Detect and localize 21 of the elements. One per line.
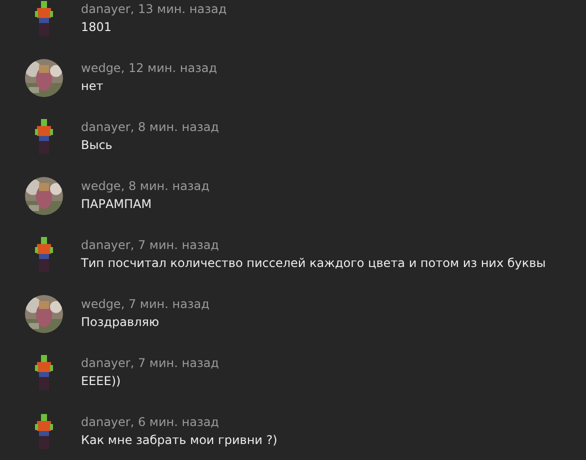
- message-text: Как мне забрать мои гривни ?): [81, 432, 278, 449]
- figure-icon: [35, 237, 53, 273]
- author-and-time: danayer, 7 мин. назад: [81, 237, 220, 254]
- author-and-time: danayer, 8 мин. назад: [81, 119, 219, 136]
- author-and-time: wedge, 7 мин. назад: [81, 296, 210, 313]
- message-text: 1801: [81, 19, 113, 36]
- figure-icon: [35, 355, 53, 391]
- message-text: Высь: [81, 137, 114, 154]
- author-and-time: danayer, 7 мин. назад: [81, 355, 219, 372]
- message-text: ПАРАМПАМ: [81, 196, 153, 213]
- message-text: нет: [81, 78, 104, 95]
- message-text: Поздравляю: [81, 314, 160, 331]
- figure-icon: [35, 1, 53, 37]
- author-and-time: wedge, 12 мин. назад: [81, 60, 218, 77]
- author-and-time: wedge, 8 мин. назад: [81, 178, 210, 195]
- message-text: Тип посчитал количество писселей каждого цвета и потом из них буквы: [81, 255, 546, 272]
- author-and-time: danayer, 13 мин. назад: [81, 1, 227, 18]
- figure-icon: [35, 119, 53, 155]
- message-text: ЕЕЕЕ)): [81, 373, 122, 390]
- figure-icon: [35, 414, 53, 450]
- author-and-time: danayer, 6 мин. назад: [81, 414, 220, 431]
